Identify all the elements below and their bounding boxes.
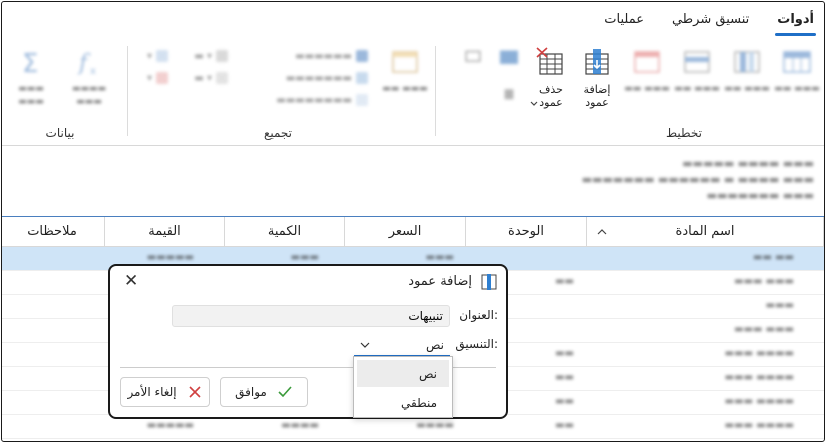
function-icon: f x (77, 51, 96, 77)
ribbon-separator (435, 46, 436, 136)
chevron-down-icon (360, 342, 370, 348)
cancel-label: إلغاء الأمر (127, 385, 177, 399)
ribbon-small-row-7[interactable]: ▾ (147, 70, 168, 86)
add-column-icon (585, 49, 609, 75)
ribbon-group-data-label: بيانات (45, 126, 75, 140)
table-blue-icon (500, 50, 518, 64)
ribbon-button-blurred-8[interactable]: f x ▬▬▬▬ ▬▬▬ (64, 46, 114, 109)
ribbon-button-blurred-3[interactable]: ▬▬ ▬▬▬ (674, 46, 720, 96)
columns-icon (734, 51, 760, 73)
trash-icon (504, 89, 514, 100)
svg-text:Σ: Σ (22, 49, 38, 78)
column-header-unit[interactable]: الوحدة (466, 217, 587, 247)
add-column-icon (481, 274, 497, 290)
ribbon-small-row-5[interactable]: ▬ ▾ (194, 70, 228, 86)
delete-column-button[interactable]: حذف عمود (528, 46, 574, 109)
svg-text:x: x (90, 66, 96, 77)
format-field-label: التنسيق: (455, 337, 498, 351)
ok-button[interactable]: موافق (220, 377, 308, 407)
column-header-value[interactable]: القيمة (105, 217, 225, 247)
add-column-button[interactable]: إضافة عمود (574, 46, 620, 109)
red-table-icon (634, 51, 660, 73)
group-table-icon (392, 51, 418, 73)
ribbon-button-blurred-9[interactable]: Σ ▬▬▬ ▬▬▬ (8, 46, 54, 109)
ribbon-small-row-3[interactable]: ▬▬▬▬▬▬▬▬ (276, 92, 368, 108)
ribbon-group-layout: ▬▬ ▬▬▬ ▬▬ ▬▬▬ ▬▬ ▬▬▬ ▬▬ ▬▬▬ إضافة عمود ح… (444, 38, 824, 146)
tab-tools[interactable]: أدوات (775, 8, 816, 36)
chevron-down-icon[interactable] (530, 100, 538, 108)
ribbon-button-blurred-2[interactable]: ▬▬ ▬▬▬ (724, 46, 770, 96)
ribbon-small-row-4[interactable]: ▬ ▾ (194, 48, 228, 64)
tab-conditional-format[interactable]: تنسيق شرطي (672, 8, 749, 34)
close-icon[interactable]: ✕ (124, 272, 138, 290)
document-info: ▬▬▬▬▬ ▬▬▬▬ ▬▬▬ ▬▬▬▬▬▬▬ ▬▬▬▬▬▬ ▬ ▬▬▬▬ ▬▬▬… (581, 157, 814, 202)
add-column-label: إضافة عمود (583, 83, 611, 109)
rows-icon (684, 51, 710, 73)
format-select[interactable]: نص (354, 334, 450, 356)
ribbon-group-layout-label: تخطيط (666, 126, 702, 140)
ribbon-small-row-6[interactable]: ▾ (147, 48, 168, 64)
sigma-icon: Σ (22, 49, 38, 79)
cancel-button[interactable]: إلغاء الأمر (120, 377, 210, 407)
title-input[interactable] (172, 305, 450, 327)
dropdown-option-text[interactable]: نص (357, 360, 449, 387)
frame-icon (465, 50, 481, 62)
app-window: أدوات تنسيق شرطي عمليات ▬▬ ▬▬▬ ▬▬ ▬▬▬ ▬▬… (1, 1, 825, 442)
table-icon (783, 51, 811, 73)
dialog-title: إضافة عمود (408, 274, 472, 289)
ribbon-group-grouping: ▬▬ ▬▬▬ ▬▬▬▬▬▬ ▬▬▬▬▬▬▬ ▬▬▬▬▬▬▬▬ ▬ ▾ ▬ ▾ ▾… (128, 38, 428, 146)
delete-column-icon (536, 47, 563, 75)
ribbon-button-blurred-1[interactable]: ▬▬ ▬▬▬ (774, 46, 820, 96)
column-header-notes[interactable]: ملاحظات (2, 217, 105, 247)
column-header-item-name[interactable]: اسم المادة (587, 217, 824, 247)
tab-operations[interactable]: عمليات (604, 8, 644, 34)
ok-label: موافق (235, 385, 267, 399)
ribbon-group-data: f x ▬▬▬▬ ▬▬▬ Σ ▬▬▬ ▬▬▬ بيانات (2, 38, 120, 146)
ribbon-small-row-1[interactable]: ▬▬▬▬▬▬ (295, 48, 368, 64)
ribbon-button-blurred-7[interactable]: ▬▬ ▬▬▬ (382, 46, 428, 96)
tab-bar: أدوات تنسيق شرطي عمليات (604, 8, 816, 36)
ribbon-button-blurred-4[interactable]: ▬▬ ▬▬▬ (624, 46, 670, 96)
column-header-price[interactable]: السعر (345, 217, 466, 247)
checkmark-icon (278, 386, 292, 398)
ribbon-group-grouping-label: تجميع (263, 126, 293, 140)
svg-text:f: f (77, 51, 91, 76)
ribbon-small-row-2[interactable]: ▬▬▬▬▬▬▬ (286, 70, 368, 86)
format-dropdown-list: نص منطقي (353, 356, 453, 418)
column-header-quantity[interactable]: الكمية (225, 217, 345, 247)
cancel-x-icon (188, 386, 201, 398)
dropdown-option-boolean[interactable]: منطقي (357, 389, 449, 416)
ribbon-separator (127, 46, 128, 136)
sort-ascending-icon (597, 229, 607, 235)
format-select-value: نص (425, 337, 444, 352)
ribbon-button-blurred-5[interactable] (494, 46, 524, 106)
title-field-label: العنوان: (459, 308, 498, 322)
ribbon: ▬▬ ▬▬▬ ▬▬ ▬▬▬ ▬▬ ▬▬▬ ▬▬ ▬▬▬ إضافة عمود ح… (2, 38, 824, 146)
ribbon-button-blurred-6[interactable] (458, 46, 488, 71)
